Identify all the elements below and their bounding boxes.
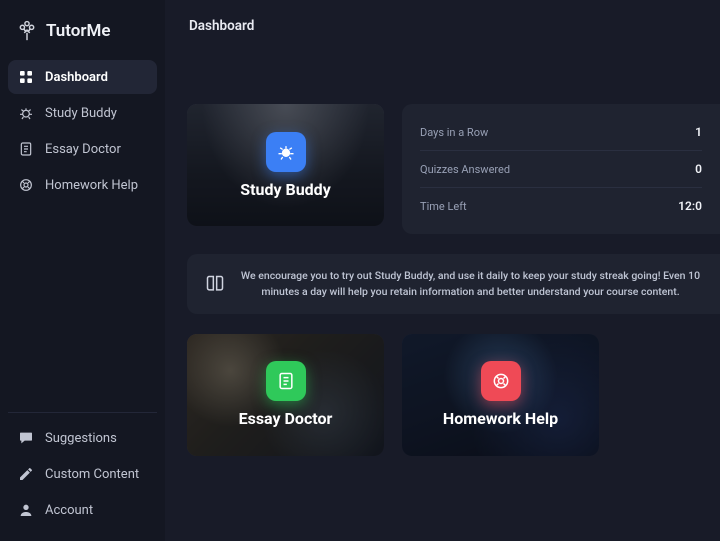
card-homework-help[interactable]: Homework Help: [402, 334, 599, 456]
sidebar-item-label: Custom Content: [45, 467, 139, 482]
bug-icon: [18, 105, 34, 121]
sidebar-item-custom-content[interactable]: Custom Content: [8, 457, 157, 491]
sidebar-item-label: Study Buddy: [45, 106, 117, 121]
tip-text: We encourage you to try out Study Buddy,…: [239, 268, 702, 300]
card-essay-doctor[interactable]: Essay Doctor: [187, 334, 384, 456]
sidebar: TutorMe Dashboard Study Buddy Essay Doct…: [0, 0, 165, 541]
essay-doctor-icon: [266, 361, 306, 401]
pencil-icon: [18, 466, 34, 482]
user-icon: [18, 502, 34, 518]
stats-panel: Days in a Row 1 Quizzes Answered 0 Time …: [402, 104, 720, 234]
stat-label: Days in a Row: [420, 126, 488, 139]
stat-value: 1: [695, 125, 702, 139]
card-title: Homework Help: [443, 409, 558, 428]
page-title: Dashboard: [187, 18, 720, 34]
sidebar-item-study-buddy[interactable]: Study Buddy: [8, 96, 157, 130]
sidebar-item-label: Suggestions: [45, 431, 117, 446]
chat-icon: [18, 430, 34, 446]
stat-label: Time Left: [420, 200, 467, 213]
nav-main: Dashboard Study Buddy Essay Doctor Homew…: [8, 60, 157, 202]
row-top: Study Buddy Days in a Row 1 Quizzes Answ…: [187, 104, 720, 234]
stat-value: 12:0: [678, 199, 702, 213]
lifebuoy-icon: [18, 177, 34, 193]
stat-row-quizzes: Quizzes Answered 0: [420, 151, 702, 188]
sidebar-item-homework-help[interactable]: Homework Help: [8, 168, 157, 202]
homework-help-icon: [481, 361, 521, 401]
sidebar-item-dashboard[interactable]: Dashboard: [8, 60, 157, 94]
sidebar-item-label: Essay Doctor: [45, 142, 121, 157]
stat-row-days: Days in a Row 1: [420, 114, 702, 151]
row-bottom: Essay Doctor Homework Help: [187, 334, 720, 456]
study-buddy-icon: [266, 132, 306, 172]
sidebar-item-label: Account: [45, 503, 93, 518]
tip-banner: We encourage you to try out Study Buddy,…: [187, 254, 720, 314]
nav-bottom: Suggestions Custom Content Account: [8, 412, 157, 527]
sidebar-item-account[interactable]: Account: [8, 493, 157, 527]
stat-row-time: Time Left 12:0: [420, 188, 702, 224]
brand-name: TutorMe: [46, 21, 111, 41]
brain-tree-icon: [16, 20, 38, 42]
grid-icon: [18, 69, 34, 85]
stat-label: Quizzes Answered: [420, 163, 510, 176]
card-study-buddy[interactable]: Study Buddy: [187, 104, 384, 226]
card-title: Study Buddy: [240, 180, 331, 199]
book-open-icon: [205, 274, 225, 294]
sidebar-item-label: Homework Help: [45, 178, 138, 193]
card-title: Essay Doctor: [239, 409, 333, 428]
brand: TutorMe: [8, 14, 157, 60]
sidebar-item-label: Dashboard: [45, 70, 108, 85]
document-icon: [18, 141, 34, 157]
stat-value: 0: [695, 162, 702, 176]
sidebar-item-suggestions[interactable]: Suggestions: [8, 421, 157, 455]
main-content: Dashboard Study Buddy Days in a Row 1 Qu…: [165, 0, 720, 541]
sidebar-item-essay-doctor[interactable]: Essay Doctor: [8, 132, 157, 166]
